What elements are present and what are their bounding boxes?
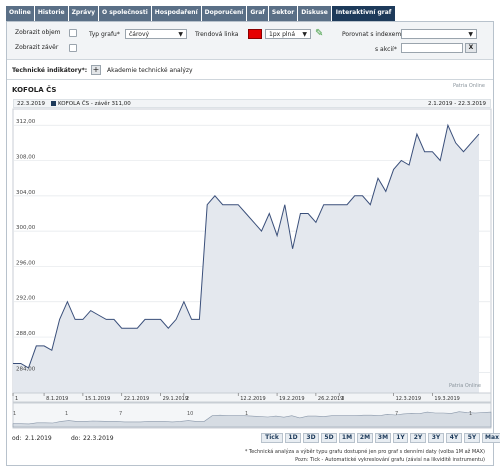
period-button-5y[interactable]: 5Y: [464, 433, 480, 443]
period-button-max[interactable]: Max: [482, 433, 500, 443]
x-tick-label: 19.3.2019: [434, 396, 459, 402]
y-tick-label: 288,00: [16, 331, 36, 337]
tab-online[interactable]: Online: [6, 6, 34, 21]
tab-about-company[interactable]: O společnosti: [99, 6, 151, 21]
tab-bar: Online Historie Zprávy O společnosti Hos…: [6, 6, 396, 21]
tab-interactive-chart[interactable]: Interaktivní graf: [331, 6, 396, 21]
y-tick-label: 304,00: [16, 190, 36, 196]
from-date[interactable]: 2.1.2019: [25, 435, 52, 442]
period-button-1y[interactable]: 1Y: [393, 433, 408, 443]
y-tick-label: 300,00: [16, 225, 36, 231]
x-tick-label: 26.2.2019: [318, 396, 343, 402]
navigator-label: 10: [187, 411, 193, 417]
y-tick-label: 296,00: [16, 260, 36, 266]
navigator-label: 7: [119, 411, 122, 417]
period-button-tick[interactable]: Tick: [261, 433, 283, 443]
x-tick-label: 1: [15, 396, 18, 402]
x-tick-label: 12.3.2019: [396, 396, 421, 402]
price-chart[interactable]: 284,00 288,00 292,00 296,00 300,00 304,00 308,…: [7, 22, 493, 430]
x-tick-label: 8.1.2019: [46, 396, 68, 402]
tab-financials[interactable]: Hospodaření: [151, 6, 201, 21]
period-button-1d[interactable]: 1D: [285, 433, 301, 443]
period-button-3m[interactable]: 3M: [375, 433, 391, 443]
navigator-label: 1: [245, 411, 248, 417]
footnote-tick: Pozn: Tick - Automatické vykreslování gr…: [295, 457, 485, 463]
navigator-label: 1: [65, 411, 68, 417]
tab-discussion[interactable]: Diskuse: [298, 6, 331, 21]
x-tick-label: 15.1.2019: [85, 396, 110, 402]
y-tick-label: 308,00: [16, 155, 36, 161]
chart-panel: Zobrazit objem Zobrazit závěr Typ grafu*…: [6, 21, 500, 466]
navigator-label: 1: [469, 411, 472, 417]
period-button-2y[interactable]: 2Y: [410, 433, 426, 443]
x-tick-label: 12.2.2019: [240, 396, 265, 402]
tab-recommendations[interactable]: Doporučení: [201, 6, 247, 21]
y-tick-label: 312,00: [16, 119, 36, 125]
to-label: do:: [71, 435, 81, 442]
footnote-ta: * Technická analýza a výběr typu grafu d…: [244, 449, 485, 455]
navigator-label: 7: [395, 411, 398, 417]
x-tick-label: 22.1.2019: [124, 396, 149, 402]
y-tick-label: 284,00: [16, 366, 36, 372]
period-button-1m[interactable]: 1M: [339, 433, 355, 443]
to-date[interactable]: 22.3.2019: [83, 435, 114, 442]
tab-chart[interactable]: Graf: [247, 6, 268, 21]
chart-footer: od: 2.1.2019 do: 22.3.2019 Tick 1D 3D 5D 1M 2…: [7, 430, 500, 466]
tab-sector[interactable]: Sektor: [268, 6, 298, 21]
period-button-3d[interactable]: 3D: [303, 433, 319, 443]
x-tick-label: 2: [186, 396, 189, 402]
x-tick-label: 3: [341, 396, 344, 402]
period-button-3y[interactable]: 3Y: [428, 433, 444, 443]
x-tick-label: 29.1.2019: [163, 396, 188, 402]
tab-history[interactable]: Historie: [34, 6, 68, 21]
navigator-label: 1: [13, 411, 16, 417]
period-button-5d[interactable]: 5D: [321, 433, 337, 443]
y-tick-label: 292,00: [16, 296, 36, 302]
tab-news[interactable]: Zprávy: [68, 6, 99, 21]
period-button-4y[interactable]: 4Y: [446, 433, 462, 443]
period-button-2m[interactable]: 2M: [357, 433, 373, 443]
x-tick-label: 19.2.2019: [279, 396, 304, 402]
source-label-bottom: Patria Online: [449, 383, 481, 389]
from-label: od:: [12, 435, 22, 442]
